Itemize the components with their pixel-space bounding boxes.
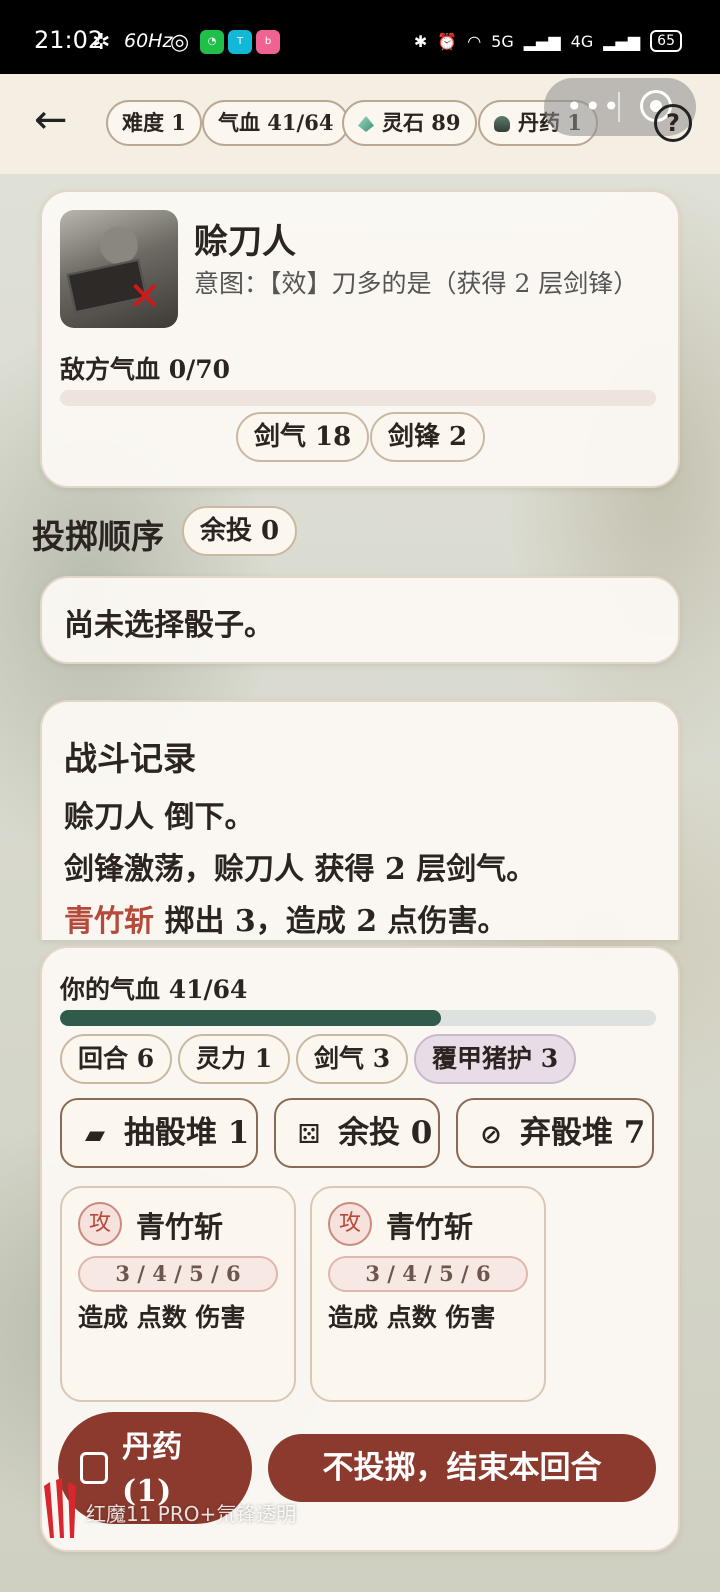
battery-icon: 65 <box>650 30 682 52</box>
no-dice-selected-text: 尚未选择骰子。 <box>64 608 274 643</box>
back-arrow-icon[interactable]: ← <box>34 100 74 142</box>
refresh-rate: 60Hz <box>124 30 173 52</box>
enemy-hp-bar <box>60 390 656 406</box>
enemy-intent: 意图：【效】刀多的是（获得 2 层剑锋） <box>194 269 639 298</box>
potion-label-line1: 丹药 <box>122 1430 182 1465</box>
potion-icon <box>80 1452 108 1484</box>
enemy-portrait: ✕ <box>60 210 178 328</box>
dice-icon: ⚄ <box>297 1120 321 1150</box>
dice-description: 造成 点数 伤害 <box>78 1303 246 1332</box>
battle-log-title: 战斗记录 <box>64 739 196 778</box>
spirit-stone-value: 灵石 89 <box>382 110 461 135</box>
bilibili-icon: b <box>256 30 280 54</box>
remaining-throws-badge: 余投 0 <box>182 506 298 556</box>
difficulty-chip: 难度 1 <box>106 100 202 146</box>
log-line: 剑锋激荡，赊刀人 获得 2 层剑气。 <box>64 852 537 887</box>
spirit-stone-icon <box>358 116 374 132</box>
redmagic-logo-icon <box>44 1478 76 1538</box>
alarm-icon: ⏰ <box>437 31 458 51</box>
signal-icon: ▂▄▆ <box>523 31 561 51</box>
sword-qi-badge: 剑气 3 <box>296 1034 409 1084</box>
log-skill-name: 青竹斩 <box>64 904 154 939</box>
log-line: 青竹斩 掷出 3，造成 2 点伤害。 <box>64 896 508 940</box>
dice-name: 青竹斩 <box>136 1210 224 1244</box>
help-icon[interactable]: ? <box>654 104 692 142</box>
enemy-buff-sword-qi: 剑气 18 <box>236 412 370 462</box>
enemy-buff-sword-edge: 剑锋 2 <box>370 412 486 462</box>
dice-name: 青竹斩 <box>386 1210 474 1244</box>
dice-faces: 3 / 4 / 5 / 6 <box>78 1256 278 1292</box>
throw-order-card: 尚未选择骰子。 <box>40 576 680 664</box>
end-turn-button[interactable]: 不投掷，结束本回合 <box>268 1434 656 1502</box>
discard-pile-button[interactable]: ⊘ 弃骰堆 7 <box>456 1098 654 1168</box>
enemy-hp-label: 敌方气血 0/70 <box>60 355 231 384</box>
discard-pile-icon: ⊘ <box>480 1120 502 1150</box>
alarm-app-icon: ◎ <box>170 30 190 55</box>
status-bar: 21:02 ✲ 60Hz ◎ ◔ T b ✱ ⏰ ◠ 5G ▂▄▆ 4G ▂▄▆… <box>0 0 720 74</box>
draw-pile-icon: ▰ <box>85 1120 105 1150</box>
dice-description: 造成 点数 伤害 <box>328 1303 496 1332</box>
dice-faces: 3 / 4 / 5 / 6 <box>328 1256 528 1292</box>
remaining-throws-label: 余投 0 <box>338 1115 433 1151</box>
signal-icon-2: ▂▄▆ <box>603 31 641 51</box>
attack-tag-icon: 攻 <box>78 1202 122 1246</box>
draw-pile-label: 抽骰堆 1 <box>124 1115 250 1151</box>
network-5g: 5G <box>491 31 514 51</box>
player-hp-fill <box>60 1010 442 1026</box>
device-watermark: 红魔11 PRO+氘锋透明 <box>86 1502 297 1526</box>
status-right: ✱ ⏰ ◠ 5G ▂▄▆ 4G ▂▄▆ 65 <box>414 30 682 52</box>
battle-log-card: 战斗记录 赊刀人 倒下。 剑锋激荡，赊刀人 获得 2 层剑气。 青竹斩 掷出 3… <box>40 700 680 940</box>
enemy-name: 赊刀人 <box>194 222 296 262</box>
more-icon[interactable]: ••• <box>566 90 622 123</box>
spirit-power-badge: 灵力 1 <box>178 1034 291 1084</box>
dice-card[interactable]: 攻 青竹斩 3 / 4 / 5 / 6 造成 点数 伤害 <box>60 1186 296 1402</box>
defeated-x-icon: ✕ <box>128 274 162 320</box>
throw-order-title: 投掷顺序 <box>32 517 164 556</box>
fan-icon: ✲ <box>92 30 111 55</box>
spirit-stone-chip: 灵石 89 <box>342 100 477 146</box>
top-bar: ← 难度 1 气血 41/64 灵石 89 丹药 1 ••• ? <box>0 74 720 174</box>
remaining-throws-button[interactable]: ⚄ 余投 0 <box>274 1098 440 1168</box>
player-hp-bar <box>60 1010 656 1026</box>
attack-tag-icon: 攻 <box>328 1202 372 1246</box>
log-line-text: 掷出 3，造成 2 点伤害。 <box>154 904 508 939</box>
capsule-divider <box>618 92 620 122</box>
player-hp-label: 你的气血 41/64 <box>60 975 248 1004</box>
discard-pile-label: 弃骰堆 7 <box>520 1115 646 1151</box>
enemy-card: ✕ 赊刀人 意图：【效】刀多的是（获得 2 层剑锋） 敌方气血 0/70 剑气 … <box>40 190 680 488</box>
network-4g: 4G <box>570 31 594 51</box>
turn-badge: 回合 6 <box>60 1034 173 1084</box>
armor-badge: 覆甲猪护 3 <box>414 1034 577 1084</box>
hp-chip: 气血 41/64 <box>202 100 350 146</box>
bluetooth-icon: ✱ <box>413 31 428 51</box>
wechat-icon: ◔ <box>200 30 224 54</box>
draw-pile-button[interactable]: ▰ 抽骰堆 1 <box>60 1098 258 1168</box>
dice-card[interactable]: 攻 青竹斩 3 / 4 / 5 / 6 造成 点数 伤害 <box>310 1186 546 1402</box>
taptap-icon: T <box>228 30 252 54</box>
player-panel: 你的气血 41/64 回合 6 灵力 1 剑气 3 覆甲猪护 3 ▰ 抽骰堆 1 … <box>40 946 680 1552</box>
pill-icon <box>494 116 510 132</box>
wifi-icon: ◠ <box>467 31 482 51</box>
log-line: 赊刀人 倒下。 <box>64 800 255 835</box>
